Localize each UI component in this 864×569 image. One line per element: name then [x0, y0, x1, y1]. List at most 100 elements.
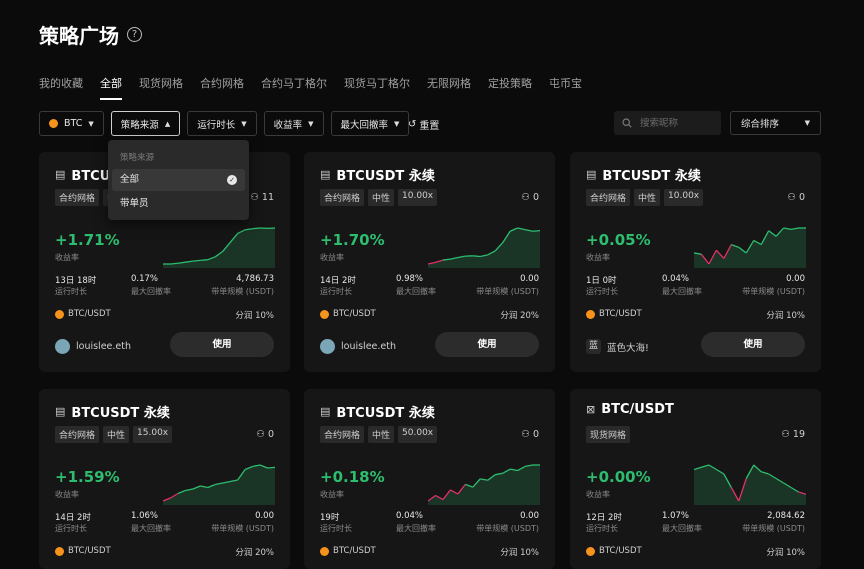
- pnl-sparkline: [428, 224, 540, 268]
- strategy-tabs: 我的收藏 全部 现货网格 合约网格 合约马丁格尔 现货马丁格尔 无限网格 定投策…: [39, 75, 599, 91]
- runtime-value: 19时: [320, 511, 339, 523]
- card-tags: 合约网格中性10.00x: [586, 189, 703, 206]
- strategy-card[interactable]: ▤ BTCUSDT 永续 合约网格中性15.00x ⚇ 0 +1.59% 收益率…: [39, 389, 290, 569]
- yield-label: 收益率: [55, 489, 79, 500]
- search-input[interactable]: [638, 117, 712, 130]
- spot-grid-icon: ⊠: [586, 403, 595, 416]
- author[interactable]: 蓝 蓝色大海!: [586, 339, 649, 354]
- sparkline-area: [694, 228, 806, 268]
- card-title: ▤ BTCUSDT 永续: [55, 402, 170, 421]
- tab-infinity-grid[interactable]: 无限网格: [427, 75, 471, 91]
- tab-dca[interactable]: 定投策略: [488, 75, 532, 91]
- caret-up-icon: ▲: [165, 120, 170, 128]
- sparkline-segment: [193, 260, 200, 261]
- sparkline-area: [163, 228, 275, 268]
- tab-spot-grid[interactable]: 现货网格: [139, 75, 183, 91]
- followers-value: 0: [533, 192, 539, 203]
- dropdown-header: 策略来源: [120, 151, 154, 163]
- drawdown-label: 最大回撤率: [662, 286, 702, 297]
- runtime-label: 运行时长: [586, 523, 618, 534]
- help-icon[interactable]: ?: [127, 27, 142, 42]
- tab-spot-martingale[interactable]: 现货马丁格尔: [344, 75, 410, 91]
- dropdown-option-all[interactable]: 全部 ✓: [112, 169, 245, 191]
- card-tags: 合约网格中性15.00x: [55, 426, 172, 443]
- trading-pair: BTC/USDT: [586, 546, 642, 556]
- card-title-text: BTCUSDT 永续: [602, 165, 700, 184]
- btc-coin-icon: [55, 547, 64, 556]
- use-button[interactable]: 使用: [701, 332, 805, 357]
- reset-label: 重置: [419, 117, 439, 132]
- drawdown-filter-label: 最大回撤率: [341, 117, 389, 131]
- runtime-label: 运行时长: [55, 286, 87, 297]
- pair-text: BTC/USDT: [68, 546, 111, 556]
- strategy-tag: 15.00x: [133, 426, 172, 443]
- author[interactable]: louislee.eth: [55, 339, 131, 354]
- tab-contract-martingale[interactable]: 合约马丁格尔: [261, 75, 327, 91]
- strategy-card[interactable]: ⊠ BTC/USDT 现货网格 ⚇ 19 +0.00% 收益率 12日 2时 运…: [570, 389, 821, 569]
- sparkline-area: [428, 465, 540, 505]
- drawdown-value: 0.17%: [131, 274, 158, 284]
- profit-share: 分润 10%: [235, 309, 274, 321]
- scale-label: 带单规模 (USDT): [476, 523, 539, 534]
- source-filter[interactable]: 策略来源 ▲: [111, 111, 180, 136]
- strategy-tag: 中性: [368, 426, 394, 443]
- runtime-value: 13日 18时: [55, 274, 96, 286]
- followers-value: 11: [262, 192, 274, 203]
- pnl-sparkline: [694, 461, 806, 505]
- strategy-card[interactable]: ▤ BTCUSDT 永续 合约网格中性10.00x ⚇ 0 +0.05% 收益率…: [570, 152, 821, 372]
- sort-dropdown[interactable]: 综合排序 ▼: [730, 111, 821, 135]
- btc-coin-icon: [586, 310, 595, 319]
- yield-label: 收益率: [586, 489, 610, 500]
- pnl-sparkline: [694, 224, 806, 268]
- caret-down-icon: ▼: [308, 120, 313, 128]
- drawdown-label: 最大回撤率: [396, 523, 436, 534]
- tab-hodl[interactable]: 屯币宝: [549, 75, 582, 91]
- drawdown-value: 1.06%: [131, 511, 158, 521]
- author[interactable]: louislee.eth: [320, 339, 396, 354]
- use-button[interactable]: 使用: [435, 332, 539, 357]
- btc-coin-icon: [55, 310, 64, 319]
- trading-pair: BTC/USDT: [55, 546, 111, 556]
- strategy-card[interactable]: ▤ BTCUSDT 永续 合约网格中性10.00x ⚇ 0 +1.70% 收益率…: [304, 152, 555, 372]
- pnl-sparkline: [163, 461, 275, 505]
- scale-label: 带单规模 (USDT): [742, 286, 805, 297]
- followers-value: 0: [533, 429, 539, 440]
- card-title: ▤ BTCUSDT 永续: [320, 165, 435, 184]
- yield-label: 收益率: [320, 252, 344, 263]
- runtime-label: 运行时长: [320, 286, 352, 297]
- reset-button[interactable]: ↺ 重置: [408, 117, 439, 132]
- caret-down-icon: ▼: [88, 120, 93, 128]
- yield-filter[interactable]: 收益率 ▼: [264, 111, 324, 136]
- author-name: 蓝色大海!: [607, 340, 649, 354]
- tab-contract-grid[interactable]: 合约网格: [200, 75, 244, 91]
- source-dropdown-menu: 策略来源 全部 ✓ 带单员: [108, 140, 249, 220]
- avatar: [320, 339, 335, 354]
- contract-icon: ▤: [320, 405, 330, 418]
- runtime-label: 运行时长: [320, 523, 352, 534]
- runtime-value: 14日 2时: [55, 511, 91, 523]
- author-name: louislee.eth: [76, 341, 131, 352]
- avatar: [55, 339, 70, 354]
- search-box[interactable]: [614, 111, 721, 135]
- scale-label: 带单规模 (USDT): [742, 523, 805, 534]
- users-icon: ⚇: [781, 429, 790, 440]
- strategy-tag: 合约网格: [586, 189, 630, 206]
- card-tags: 合约网格中性50.00x: [320, 426, 437, 443]
- tab-all[interactable]: 全部: [100, 75, 122, 91]
- strategy-tag: 合约网格: [320, 426, 364, 443]
- btc-coin-icon: [320, 547, 329, 556]
- drawdown-filter[interactable]: 最大回撤率 ▼: [331, 111, 410, 136]
- runtime-value: 1日 0时: [586, 274, 617, 286]
- dropdown-option-trader[interactable]: 带单员: [112, 193, 245, 215]
- reset-icon: ↺: [408, 119, 416, 130]
- scale-label: 带单规模 (USDT): [211, 523, 274, 534]
- use-button[interactable]: 使用: [170, 332, 274, 357]
- card-title-text: BTCUSDT 永续: [336, 402, 434, 421]
- runtime-filter[interactable]: 运行时长 ▼: [187, 111, 256, 136]
- strategy-card[interactable]: ▤ BTCUSDT 永续 合约网格中性50.00x ⚇ 0 +0.18% 收益率…: [304, 389, 555, 569]
- tab-favorites[interactable]: 我的收藏: [39, 75, 83, 91]
- filter-bar: BTC ▼ 策略来源 ▲ 运行时长 ▼ 收益率 ▼ 最大回撤率 ▼: [39, 111, 409, 136]
- search-icon: [622, 118, 632, 128]
- coin-filter[interactable]: BTC ▼: [39, 111, 104, 136]
- pnl-sparkline: [428, 461, 540, 505]
